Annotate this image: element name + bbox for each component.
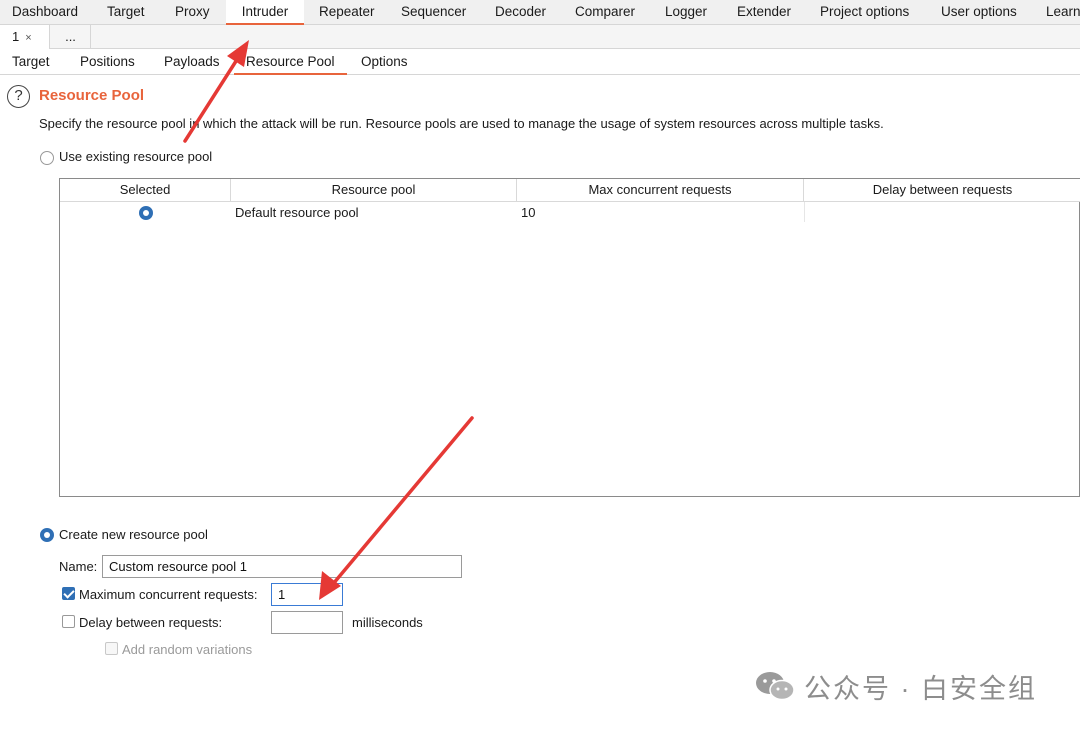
annotation-arrows [183, 40, 474, 600]
watermark-text: 公众号 · 白安全组 [804, 673, 1037, 704]
wechat-icon [756, 672, 795, 701]
watermark: 公众号 · 白安全组 [754, 666, 1037, 706]
arrow-to-intruder-tab [183, 40, 249, 143]
arrow-to-max-concurrent-input [319, 416, 474, 600]
